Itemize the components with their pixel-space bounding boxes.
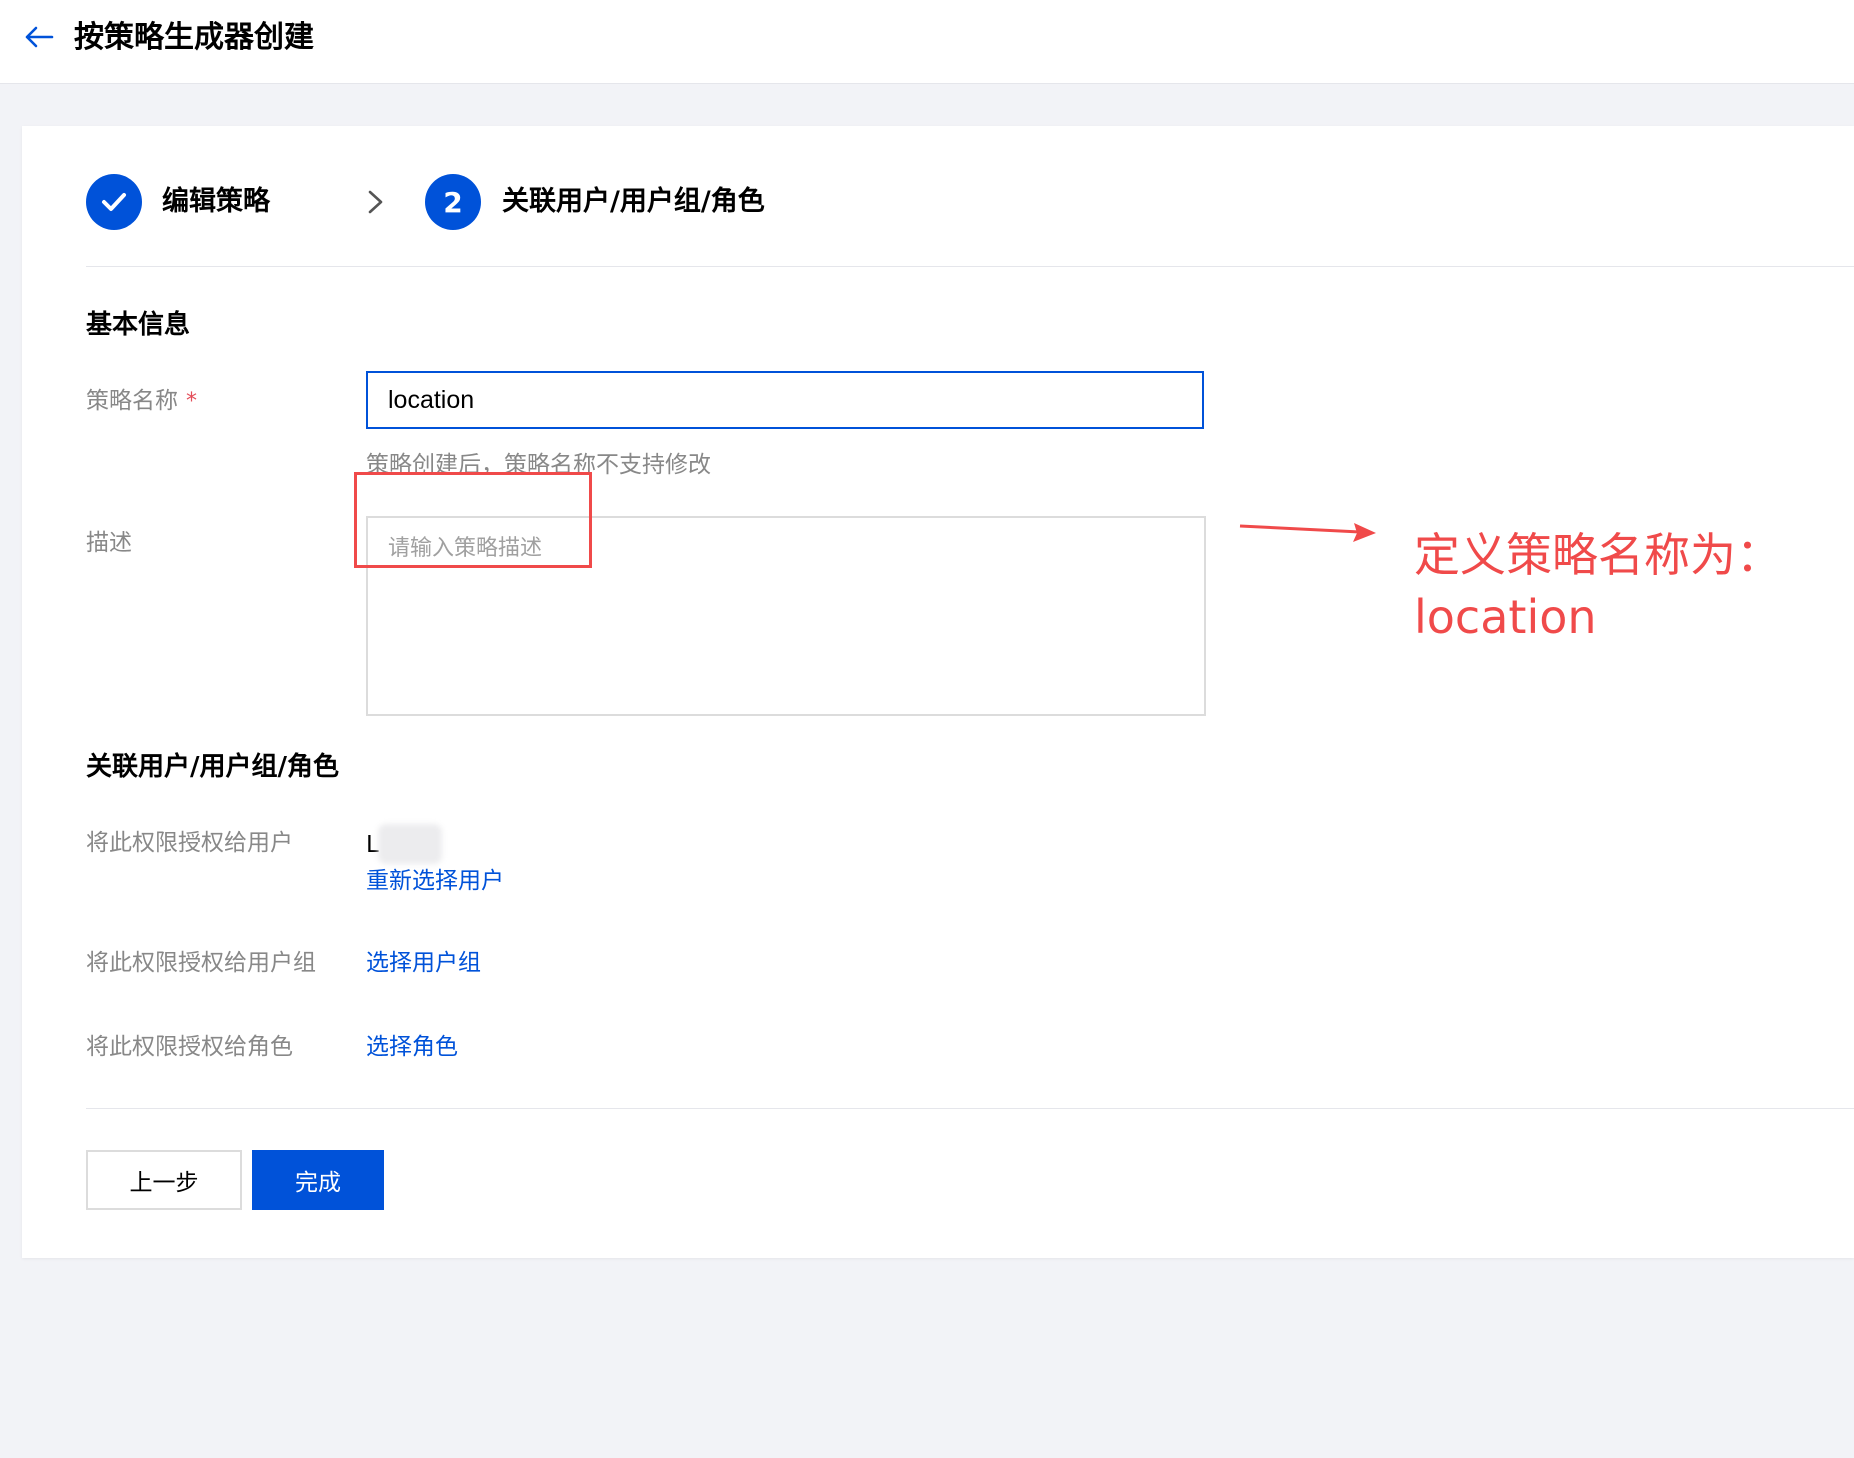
- annotation-highlight-box: [354, 472, 592, 568]
- step-1-label: 编辑策略: [162, 186, 270, 217]
- redacted-user-name: [378, 824, 442, 864]
- reselect-users-link[interactable]: 重新选择用户: [366, 864, 504, 898]
- description-label: 描述: [86, 530, 132, 556]
- step-1-done-icon: [86, 174, 142, 230]
- prev-step-button[interactable]: 上一步: [86, 1150, 242, 1210]
- association-title: 关联用户/用户组/角色: [86, 752, 339, 782]
- top-bar: 按策略生成器创建: [0, 0, 1854, 84]
- basic-info-title: 基本信息: [86, 310, 191, 340]
- select-roles-link[interactable]: 选择角色: [366, 1030, 458, 1064]
- steps-divider: [86, 266, 1854, 267]
- step-2-label: 关联用户/用户组/角色: [502, 186, 765, 217]
- required-mark: *: [186, 389, 197, 414]
- groups-label: 将此权限授权给用户组: [86, 950, 316, 976]
- main-card: 编辑策略 2 关联用户/用户组/角色 基本信息 策略名称* 策略创建后，策略名称…: [22, 126, 1854, 1258]
- page-title: 按策略生成器创建: [74, 20, 314, 55]
- back-arrow-icon[interactable]: [22, 20, 56, 54]
- selected-user: L: [366, 832, 379, 858]
- users-label: 将此权限授权给用户: [86, 830, 293, 856]
- finish-button[interactable]: 完成: [252, 1150, 384, 1210]
- chevron-right-icon: [364, 182, 388, 222]
- roles-label: 将此权限授权给角色: [86, 1034, 293, 1060]
- step-2-number: 2: [425, 174, 481, 230]
- select-groups-link[interactable]: 选择用户组: [366, 946, 481, 980]
- policy-name-input[interactable]: [366, 371, 1204, 429]
- annotation-text: 定义策略名称为： location: [1414, 528, 1782, 644]
- annotation-arrow-icon: [1238, 516, 1378, 546]
- policy-name-label: 策略名称 *: [86, 384, 197, 419]
- policy-name-label-text: 策略名称: [86, 388, 178, 414]
- footer-divider: [86, 1108, 1854, 1109]
